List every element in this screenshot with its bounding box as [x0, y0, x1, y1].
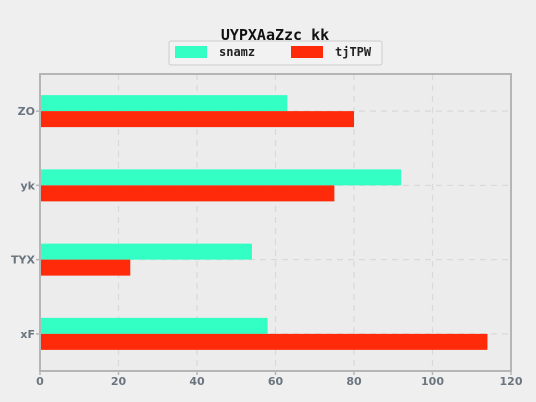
legend: snamz tjTPW: [168, 40, 383, 66]
chart: 0 20 40 60 80 100 120 xFTYXykZO UYPXAaZzc kk s…: [11, 26, 523, 388]
legend-swatch-snamz: [175, 46, 207, 58]
x-axis-ticks: 0 20 40 60 80 100 120: [36, 371, 523, 388]
bar-snamz-ZO: [40, 95, 288, 112]
legend-swatch-tjTPW: [291, 46, 323, 58]
x-tick-label: 60: [268, 375, 284, 388]
y-tick-label: xF: [20, 328, 35, 341]
y-tick-label: ZO: [18, 105, 35, 118]
bar-snamz-TYX: [40, 243, 252, 260]
x-tick-label: 80: [346, 375, 362, 388]
bar-tjTPW-ZO: [40, 111, 354, 128]
bar-tjTPW-yk: [40, 185, 335, 202]
legend-label-tjTPW: tjTPW: [335, 45, 372, 59]
legend-label-snamz: snamz: [219, 45, 255, 59]
bar-snamz-xF: [40, 317, 268, 334]
x-tick-label: 40: [189, 375, 205, 388]
y-tick-label: TYX: [11, 254, 35, 267]
bar-tjTPW-TYX: [40, 259, 131, 276]
y-axis-ticks: xF TYX yk ZO: [11, 105, 40, 341]
y-tick-label: yk: [21, 179, 36, 192]
x-tick-label: 100: [421, 375, 444, 388]
bar-snamz-yk: [40, 169, 402, 186]
x-tick-label: 0: [36, 375, 44, 388]
bar-tjTPW-xF: [40, 333, 488, 350]
x-tick-label: 20: [111, 375, 127, 388]
x-tick-label: 120: [500, 375, 523, 388]
